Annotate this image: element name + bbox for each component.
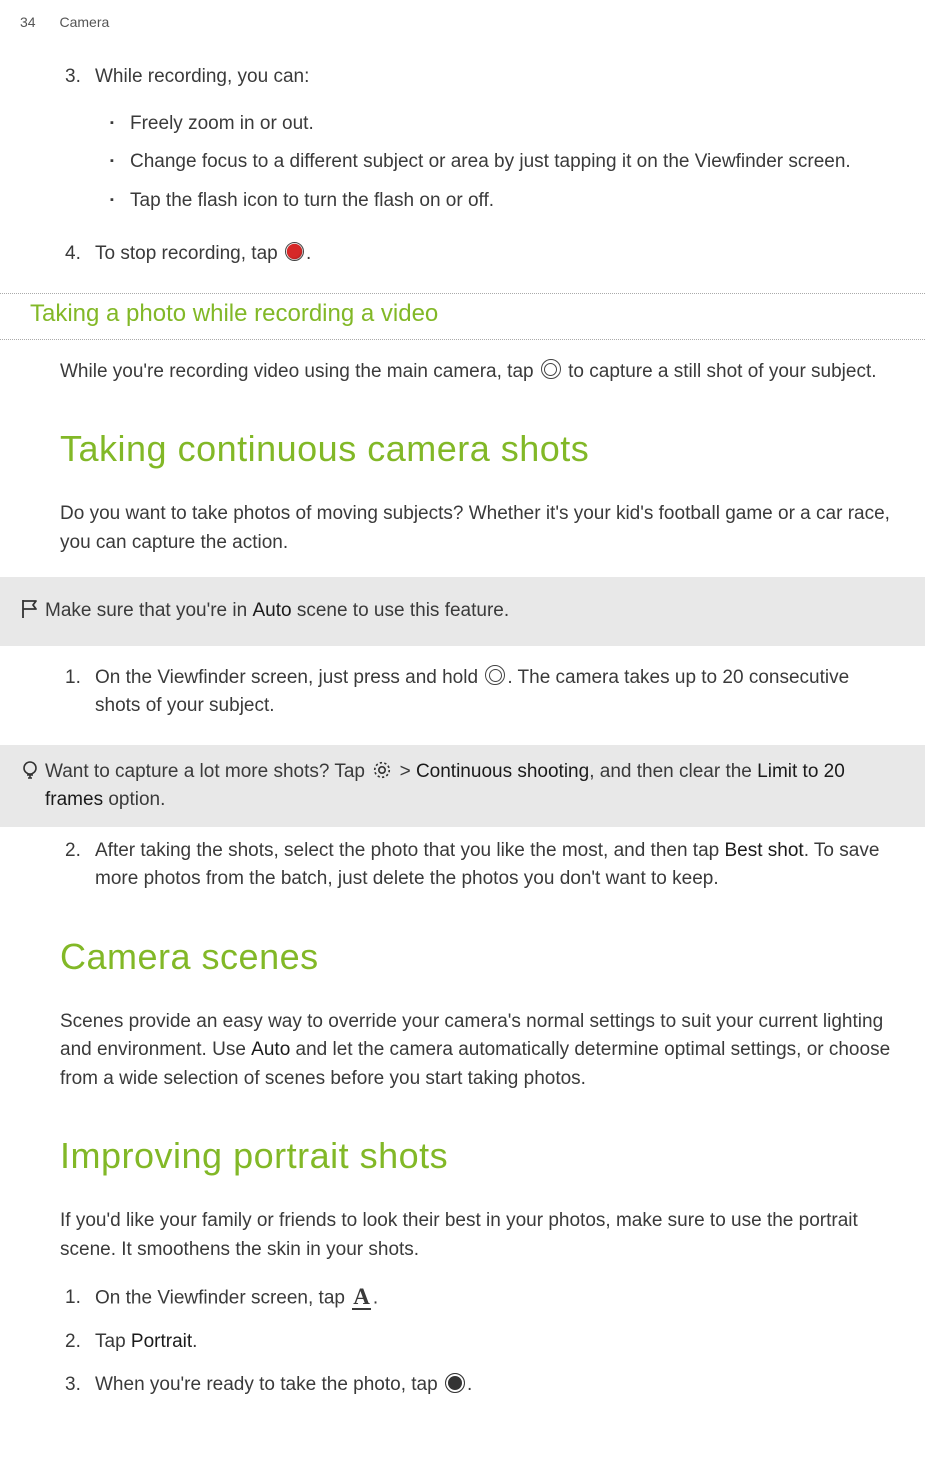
step-number: 3.	[65, 63, 95, 225]
paragraph: Do you want to take photos of moving sub…	[60, 500, 895, 557]
continuous-steps-list: 1. On the Viewfinder screen, just press …	[65, 664, 895, 721]
heading-portrait-shots: Improving portrait shots	[60, 1129, 895, 1183]
step-body: When you're ready to take the photo, tap…	[95, 1371, 895, 1400]
stop-record-icon	[285, 242, 304, 261]
heading-camera-scenes: Camera scenes	[60, 930, 895, 984]
shutter-icon	[485, 665, 505, 685]
heading-continuous-shots: Taking continuous camera shots	[60, 422, 895, 476]
scene-mode-icon: A	[352, 1284, 371, 1313]
recording-sub-list: ▪ Freely zoom in or out. ▪ Change focus …	[95, 110, 895, 216]
step-number: 1.	[65, 664, 95, 721]
step-body: On the Viewfinder screen, just press and…	[95, 664, 895, 721]
step-number: 2.	[65, 837, 95, 894]
step-body: On the Viewfinder screen, tap A.	[95, 1284, 895, 1313]
bullet-icon: ▪	[95, 148, 130, 177]
step-body: While recording, you can: ▪ Freely zoom …	[95, 63, 895, 225]
settings-icon	[372, 757, 392, 787]
paragraph: Scenes provide an easy way to override y…	[60, 1008, 895, 1094]
page-content: 3. While recording, you can: ▪ Freely zo…	[0, 33, 925, 1400]
step-body: Tap Portrait.	[95, 1328, 895, 1357]
tip-callout: Want to capture a lot more shots? Tap > …	[0, 745, 925, 827]
sub-heading: Taking a photo while recording a video	[30, 296, 895, 332]
lightbulb-icon	[15, 757, 45, 815]
step-number: 2.	[65, 1328, 95, 1357]
step-body: To stop recording, tap .	[95, 240, 895, 269]
portrait-steps-list: 1. On the Viewfinder screen, tap A. 2. T…	[65, 1284, 895, 1400]
page-header: 34 Camera	[0, 0, 925, 33]
section-box-photo-while-video: Taking a photo while recording a video	[0, 293, 925, 340]
requirement-callout: Make sure that you're in Auto scene to u…	[0, 577, 925, 646]
step-number: 3.	[65, 1371, 95, 1400]
step-number: 4.	[65, 240, 95, 269]
step-number: 1.	[65, 1284, 95, 1313]
step-body: After taking the shots, select the photo…	[95, 837, 895, 894]
bullet-icon: ▪	[95, 110, 130, 139]
bullet-icon: ▪	[95, 187, 130, 216]
page-number: 34	[20, 12, 36, 33]
shutter-icon	[445, 1373, 465, 1393]
continuous-steps-list-2: 2. After taking the shots, select the ph…	[65, 837, 895, 894]
flag-icon	[15, 597, 45, 626]
paragraph: While you're recording video using the m…	[60, 358, 895, 387]
paragraph: If you'd like your family or friends to …	[60, 1207, 895, 1264]
recording-steps-list: 3. While recording, you can: ▪ Freely zo…	[65, 63, 895, 269]
page-section: Camera	[59, 14, 109, 30]
shutter-icon	[541, 359, 561, 379]
